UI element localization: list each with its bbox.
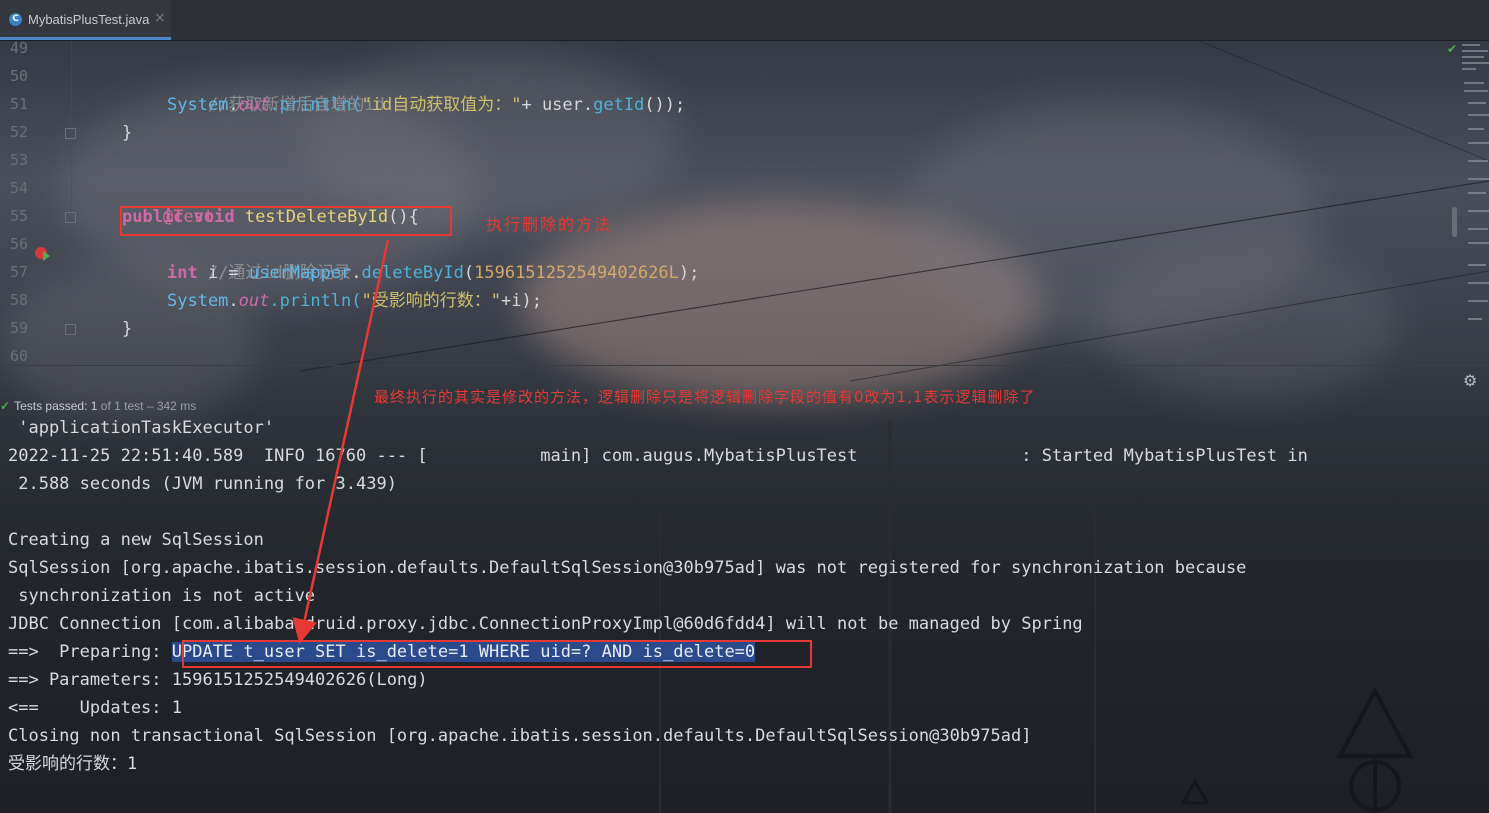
fold-icon[interactable]: [65, 324, 76, 335]
token-plain: (: [463, 263, 475, 283]
fold-icon[interactable]: [65, 128, 76, 139]
token-plain: );: [678, 263, 700, 283]
token-method: .println(: [269, 95, 362, 115]
console-line: 2.588 seconds (JVM running for 3.439): [8, 474, 397, 494]
code-line-59: }: [122, 319, 133, 339]
test-status: ✓ Tests passed: 1 of 1 test – 342 ms: [0, 396, 196, 416]
token-variable: userMapper: [248, 263, 352, 283]
code-line-50: //获取新增后自增的id: [167, 63, 385, 115]
fold-icon[interactable]: [65, 212, 76, 223]
console-line: SqlSession [org.apache.ibatis.session.de…: [8, 558, 1247, 578]
status-detail: of 1 test – 342 ms: [97, 399, 197, 413]
code-line-58: System.out.println("受影响的行数："+i);: [167, 287, 542, 315]
console-line: <== Updates: 1: [8, 698, 182, 718]
line-number: 57: [9, 263, 28, 281]
gutter-separator: [71, 41, 72, 365]
line-number: 54: [9, 179, 28, 197]
java-class-icon: C: [9, 13, 22, 26]
token-method: .println(: [269, 291, 362, 311]
console-line: ==> Parameters: 1596151252549402626(Long…: [8, 670, 428, 690]
token-dot: .: [351, 263, 362, 283]
token-method: getId: [593, 95, 645, 115]
token-dot: .: [228, 95, 239, 115]
status-label: Tests passed:: [14, 399, 91, 413]
console-line: Closing non transactional SqlSession [or…: [8, 726, 1032, 746]
close-icon[interactable]: ×: [154, 10, 166, 26]
panel-divider[interactable]: [0, 365, 1489, 366]
token-number: 1596151252549402626L: [474, 263, 679, 283]
line-number: 50: [9, 67, 28, 85]
token-plain: ());: [644, 95, 686, 115]
token-plain: i =: [207, 263, 249, 283]
token-string: "id自动获取值为：": [361, 95, 522, 115]
line-number: 53: [9, 151, 28, 169]
token-keyword: int: [167, 263, 208, 283]
console-line: synchronization is not active: [8, 586, 316, 606]
line-number: 56: [9, 235, 28, 253]
check-icon: ✓: [0, 399, 11, 413]
token-field: out: [238, 291, 270, 311]
code-line-54: @Test: [122, 175, 214, 227]
line-number: 59: [9, 319, 28, 337]
token-class: System: [167, 291, 229, 311]
code-minimap[interactable]: [1456, 42, 1489, 332]
code-editor[interactable]: 49 50 51 52 53 54 55 56 57 58 59 60 //获取…: [0, 39, 1489, 365]
console-line: 'applicationTaskExecutor': [8, 418, 275, 438]
method-highlight-box: [120, 206, 452, 236]
console-line: 受影响的行数：1: [8, 754, 138, 774]
preparing-prefix: ==> Preparing:: [8, 642, 172, 662]
console-line: 2022-11-25 22:51:40.589 INFO 16760 --- […: [8, 446, 1308, 466]
gear-icon[interactable]: ⚙: [1463, 371, 1477, 390]
token-dot: .: [228, 291, 239, 311]
token-string: "受影响的行数：": [361, 291, 501, 311]
code-line-51: System.out.println("id自动获取值为："+ user.get…: [167, 91, 685, 119]
line-number: 51: [9, 95, 28, 113]
annotation-sql: 最终执行的其实是修改的方法，逻辑删除只是将逻辑删除字段的值有0改为1,1表示逻辑…: [374, 388, 1036, 406]
token-field: out: [238, 95, 270, 115]
code-line-57: int i = userMapper.deleteById(1596151252…: [167, 259, 699, 287]
console-line: Creating a new SqlSession: [8, 530, 264, 550]
line-number: 55: [9, 207, 28, 225]
line-number: 49: [9, 39, 28, 57]
sql-highlight-box: [182, 640, 812, 668]
line-number: 52: [9, 123, 28, 141]
token-plain: +i);: [501, 291, 542, 311]
token-class: System: [167, 95, 229, 115]
code-line-52: }: [122, 123, 133, 143]
editor-tab-bar: C MybatisPlusTest.java ×: [0, 0, 1489, 41]
token-plain: + user.: [521, 95, 594, 115]
run-test-icon[interactable]: [43, 251, 50, 261]
token-method: deleteById: [361, 263, 464, 283]
tab-label: MybatisPlusTest.java: [28, 12, 150, 27]
console-line: JDBC Connection [com.alibaba.druid.proxy…: [8, 614, 1083, 634]
line-number: 58: [9, 291, 28, 309]
annotation-method: 执行删除的方法: [486, 215, 613, 234]
